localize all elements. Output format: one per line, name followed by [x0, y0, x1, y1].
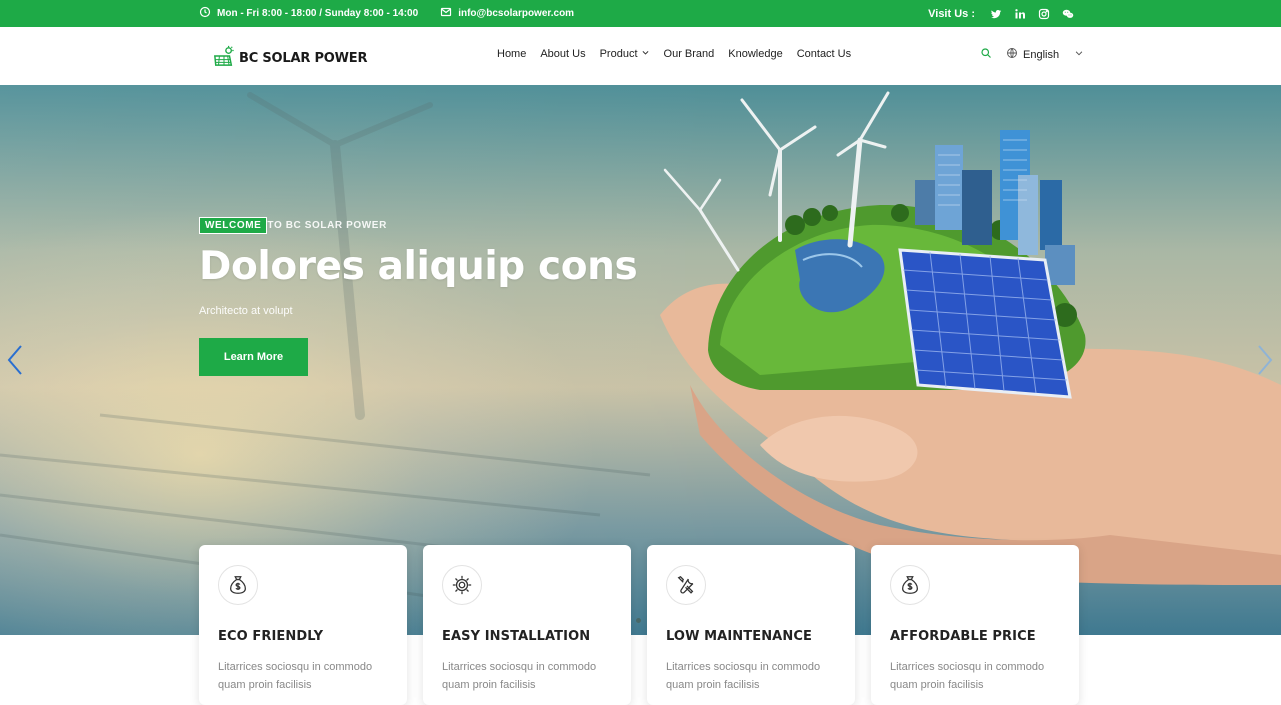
gear-icon	[442, 565, 482, 605]
instagram-icon[interactable]	[1037, 7, 1051, 21]
hours-info: Mon - Fri 8:00 - 18:00 / Sunday 8:00 - 1…	[199, 6, 418, 21]
language-label: English	[1023, 48, 1060, 61]
visit-us-label: Visit Us :	[928, 7, 975, 20]
feature-desc: Litarrices sociosqu in commodo quam proi…	[218, 661, 373, 691]
social-links: Visit Us :	[928, 7, 1075, 21]
feature-cards: ECO FRIENDLY Litarrices sociosqu in comm…	[199, 545, 1079, 705]
welcome-tagline: WELCOME TO BC SOLAR POWER	[199, 217, 637, 234]
nav-home[interactable]: Home	[497, 48, 526, 60]
email-link[interactable]: info@bcsolarpower.com	[458, 8, 574, 19]
money-bag-icon	[890, 565, 930, 605]
feature-title: AFFORDABLE PRICE	[890, 629, 1036, 644]
tools-icon	[666, 565, 706, 605]
feature-desc: Litarrices sociosqu in commodo quam proi…	[666, 661, 821, 691]
feature-card: AFFORDABLE PRICE Litarrices sociosqu in …	[871, 545, 1079, 705]
nav-about-us[interactable]: About Us	[540, 48, 585, 60]
language-selector[interactable]: English	[1006, 47, 1084, 62]
nav-about-us-label: About Us	[540, 48, 586, 60]
search-icon[interactable]	[980, 47, 992, 62]
logo-text: BC SOLAR POWER	[239, 51, 368, 66]
main-nav: Home About Us Product Our Brand Knowledg…	[497, 48, 851, 60]
chevron-down-icon	[1074, 48, 1084, 61]
nav-our-brand[interactable]: Our Brand	[664, 48, 715, 60]
welcome-badge: WELCOME	[199, 217, 268, 234]
top-bar: Mon - Fri 8:00 - 18:00 / Sunday 8:00 - 1…	[0, 0, 1281, 27]
hero-subline: Architecto at volupt	[199, 305, 293, 317]
site-header: BC SOLAR POWER Home About Us Product Our…	[0, 27, 1281, 85]
slider-prev-arrow[interactable]	[5, 343, 25, 377]
twitter-icon[interactable]	[989, 7, 1003, 21]
header-actions: English	[980, 47, 1084, 62]
email-info[interactable]: info@bcsolarpower.com	[440, 6, 574, 21]
slider-next-arrow[interactable]	[1255, 343, 1275, 377]
nav-contact-us-label: Contact Us	[796, 48, 852, 60]
nav-product[interactable]: Product	[600, 48, 650, 60]
feature-desc: Litarrices sociosqu in commodo quam proi…	[442, 661, 597, 691]
feature-desc: Litarrices sociosqu in commodo quam proi…	[890, 661, 1045, 691]
feature-card: LOW MAINTENANCE Litarrices sociosqu in c…	[647, 545, 855, 705]
feature-title: LOW MAINTENANCE	[666, 629, 812, 644]
nav-home-label: Home	[497, 48, 527, 60]
linkedin-icon[interactable]	[1013, 7, 1027, 21]
feature-card: ECO FRIENDLY Litarrices sociosqu in comm…	[199, 545, 407, 705]
nav-knowledge-label: Knowledge	[728, 48, 783, 60]
nav-our-brand-label: Our Brand	[663, 48, 715, 60]
nav-product-label: Product	[599, 48, 638, 60]
money-bag-icon	[218, 565, 258, 605]
wechat-icon[interactable]	[1061, 7, 1075, 21]
chevron-down-icon	[641, 48, 650, 60]
hero-content: WELCOME TO BC SOLAR POWER Dolores aliqui…	[199, 217, 638, 376]
learn-more-button[interactable]: Learn More	[199, 338, 308, 376]
globe-icon	[1006, 47, 1018, 62]
feature-title: EASY INSTALLATION	[442, 629, 591, 644]
solar-panel-logo-icon	[213, 45, 235, 72]
feature-card: EASY INSTALLATION Litarrices sociosqu in…	[423, 545, 631, 705]
logo[interactable]: BC SOLAR POWER	[213, 45, 367, 72]
hours-text: Mon - Fri 8:00 - 18:00 / Sunday 8:00 - 1…	[217, 8, 419, 19]
nav-contact-us[interactable]: Contact Us	[797, 48, 851, 60]
hero-headline: Dolores aliquip cons	[199, 244, 638, 289]
feature-title: ECO FRIENDLY	[218, 629, 324, 644]
clock-icon	[199, 6, 211, 21]
envelope-icon	[440, 6, 452, 21]
nav-knowledge[interactable]: Knowledge	[728, 48, 782, 60]
welcome-rest: TO BC SOLAR POWER	[267, 220, 387, 231]
